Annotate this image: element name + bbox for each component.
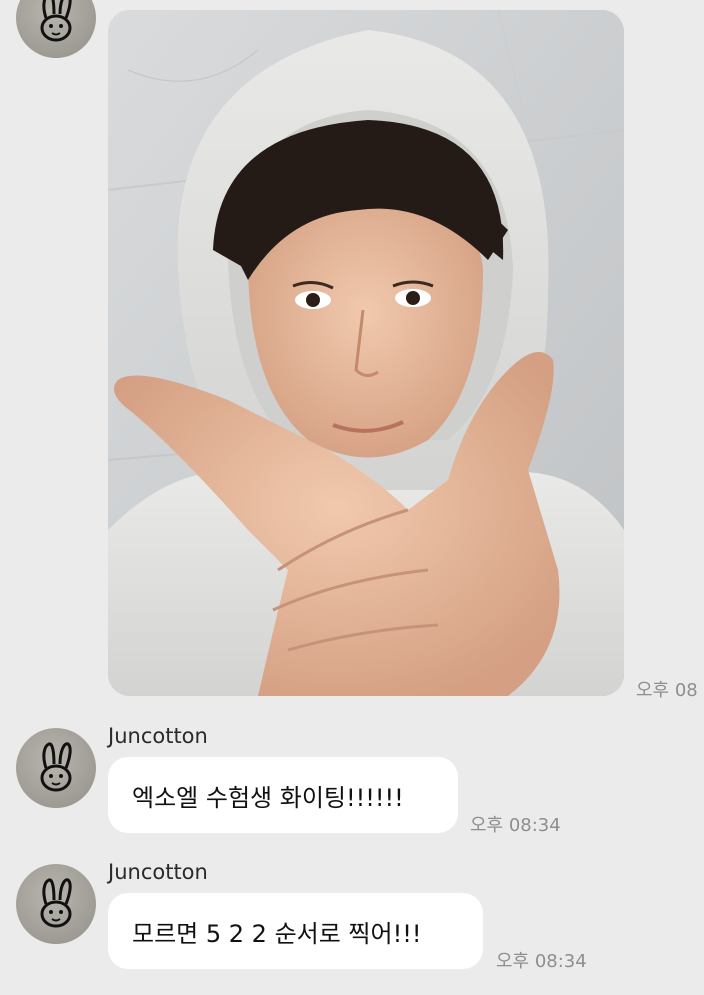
sender-name: Juncotton <box>108 724 208 748</box>
selfie-photo <box>108 10 624 696</box>
sender-avatar[interactable] <box>16 864 96 944</box>
message-bubble[interactable]: 엑소엘 수험생 화이팅!!!!!! <box>108 757 458 833</box>
message-bubble[interactable]: 모르면 5 2 2 순서로 찍어!!! <box>108 893 483 969</box>
rabbit-icon <box>40 742 72 792</box>
message-timestamp: 오후 08:34 <box>470 815 561 836</box>
sender-avatar[interactable] <box>16 728 96 808</box>
sender-name: Juncotton <box>108 860 208 884</box>
photo-timestamp: 오후 08 <box>636 680 698 701</box>
rabbit-icon <box>40 0 72 42</box>
rabbit-icon <box>40 878 72 928</box>
message-timestamp: 오후 08:34 <box>496 951 587 972</box>
sender-avatar[interactable] <box>16 0 96 58</box>
photo-message[interactable] <box>108 10 624 696</box>
